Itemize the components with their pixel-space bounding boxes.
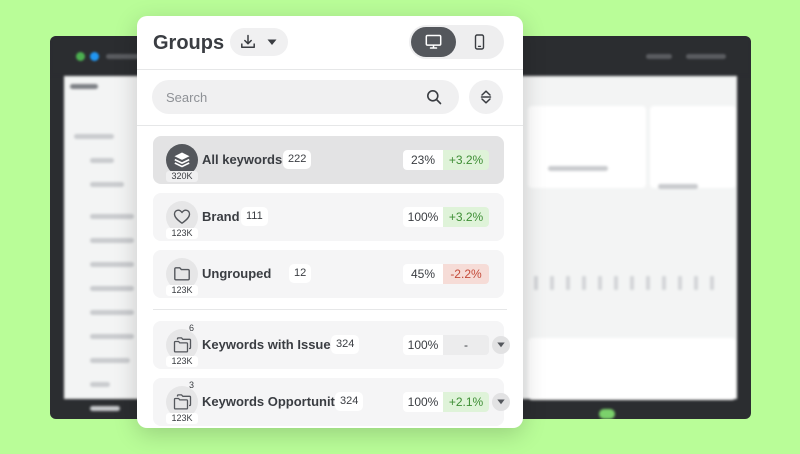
expand-group-button[interactable]: [492, 336, 510, 354]
folder-icon: [174, 267, 190, 281]
chevron-down-icon: [497, 342, 505, 348]
heart-icon: [173, 209, 191, 224]
visibility-change-badge: -: [443, 335, 489, 355]
search-volume-badge: 123K: [166, 413, 198, 424]
keyword-count-badge: 222: [283, 150, 312, 169]
layers-icon: [174, 152, 190, 168]
group-row-keywords-opportunities[interactable]: 3 123K Keywords Opportunities 324 100% +…: [153, 378, 504, 426]
folders-icon: [173, 394, 192, 410]
keyword-count-badge: 324: [331, 335, 360, 354]
mobile-icon: [474, 34, 485, 50]
visibility-change-badge: +3.2%: [443, 207, 489, 227]
group-name: Keywords with Issues: [202, 337, 338, 352]
search-volume-badge: 320K: [166, 171, 198, 182]
visibility-change-badge: +3.2%: [443, 150, 489, 170]
panel-header: Groups: [137, 16, 523, 70]
group-row-ungrouped[interactable]: 123K Ungrouped 12 45% -2.2%: [153, 250, 504, 298]
visibility-value: 23%: [403, 150, 443, 170]
device-view-toggle: [409, 25, 504, 59]
visibility-change-badge: -2.2%: [443, 264, 489, 284]
export-dropdown-button[interactable]: [230, 28, 288, 56]
visibility-value: 45%: [403, 264, 443, 284]
search-volume-badge: 123K: [166, 285, 198, 296]
visibility-value: 100%: [403, 392, 443, 412]
search-divider: [137, 125, 523, 126]
visibility-change-badge: +2.1%: [443, 392, 489, 412]
sort-arrows-icon: [480, 90, 492, 104]
background-logo-dot: [90, 52, 99, 61]
groups-section-divider: [153, 309, 507, 310]
groups-panel: Groups Search 320K All keywords 222 23% …: [137, 16, 523, 428]
search-box: [152, 80, 459, 114]
group-name: Ungrouped: [202, 266, 272, 281]
keyword-count-badge: 324: [335, 392, 364, 411]
download-tray-icon: [241, 34, 255, 48]
search-input[interactable]: [166, 80, 416, 114]
group-row-brand[interactable]: 123K Brand 111 100% +3.2%: [153, 193, 504, 241]
group-row-all-keywords[interactable]: 320K All keywords 222 23% +3.2%: [153, 136, 504, 184]
sort-button[interactable]: [469, 80, 503, 114]
expand-group-button[interactable]: [492, 393, 510, 411]
group-name: All keywords: [202, 152, 283, 167]
search-volume-badge: 123K: [166, 356, 198, 367]
desktop-icon: [425, 34, 442, 49]
chevron-down-icon: [497, 399, 505, 405]
mobile-view-button[interactable]: [457, 27, 502, 57]
group-name: Brand: [202, 209, 240, 224]
group-name: Keywords Opportunities: [202, 394, 353, 409]
page-title: Groups: [153, 32, 225, 54]
header-divider: [137, 69, 523, 70]
group-row-keywords-with-issues[interactable]: 6 123K Keywords with Issues 324 100% -: [153, 321, 504, 369]
visibility-value: 100%: [403, 335, 443, 355]
chevron-down-icon: [267, 39, 277, 45]
folders-icon: [173, 337, 192, 353]
desktop-view-button[interactable]: [411, 27, 456, 57]
keyword-count-badge: 12: [289, 264, 312, 283]
background-status-dot: [76, 52, 85, 61]
visibility-value: 100%: [403, 207, 443, 227]
keyword-count-badge: 111: [241, 207, 268, 226]
search-volume-badge: 123K: [166, 228, 198, 239]
search-icon[interactable]: [426, 89, 442, 105]
